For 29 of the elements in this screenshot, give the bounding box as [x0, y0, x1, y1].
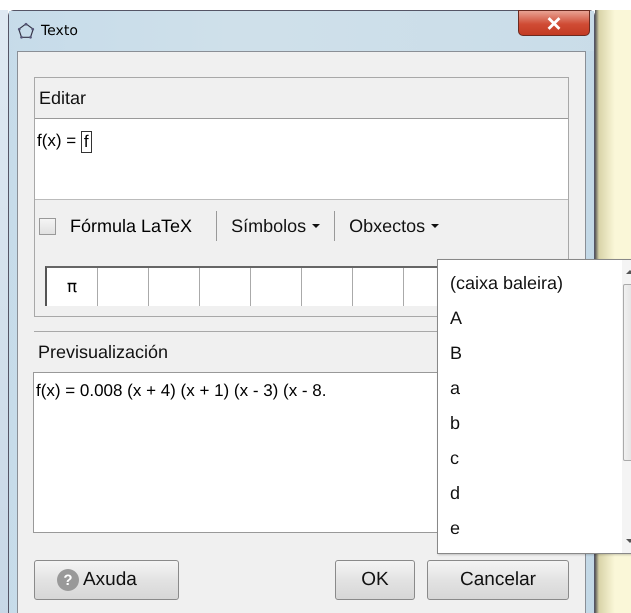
caret-icon: [431, 224, 440, 228]
menu-item[interactable]: A: [450, 303, 622, 338]
polygon-icon: [17, 22, 35, 40]
caret-icon: [312, 224, 320, 228]
close-icon: [546, 16, 562, 30]
group-label: Previsualización: [37, 341, 170, 364]
menu-item[interactable]: b: [450, 408, 622, 443]
menu-button[interactable]: Obxectos: [343, 216, 446, 236]
menu-button[interactable]: Símbolos: [225, 216, 326, 236]
window-title: Texto: [41, 23, 78, 39]
menu-item[interactable]: e: [450, 513, 622, 548]
menu-item[interactable]: B: [450, 338, 622, 373]
group-label: Editar: [38, 87, 88, 110]
preview-text: f(x) = 0.008 (x + 4) (x + 1) (x - 3) (x - 8.: [36, 381, 326, 400]
help-button[interactable]: ? Axuda: [34, 560, 179, 600]
menu-item[interactable]: c: [450, 443, 622, 478]
checkbox-label: Fórmula LaTeX: [70, 216, 192, 236]
ok-button[interactable]: OK: [335, 560, 415, 600]
cancel-button[interactable]: Cancelar: [427, 560, 569, 600]
editor-text: f(x) =: [37, 131, 78, 151]
close-button[interactable]: [518, 10, 590, 36]
menu-item[interactable]: d: [450, 478, 622, 513]
menu-item[interactable]: a: [450, 373, 622, 408]
symbol-cell[interactable]: π: [47, 268, 98, 306]
checkbox[interactable]: [39, 218, 56, 234]
help-icon: ?: [57, 569, 79, 591]
text-editor[interactable]: f(x) = f: [35, 118, 568, 200]
text-cursor: f: [80, 131, 92, 153]
menu-item[interactable]: (caixa baleira): [450, 268, 622, 303]
